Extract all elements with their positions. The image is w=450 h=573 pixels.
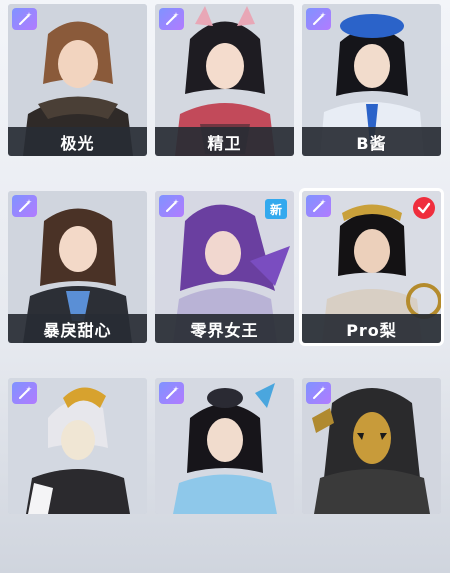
magic-wand-icon <box>306 8 331 30</box>
skin-name: B酱 <box>302 127 441 156</box>
magic-wand-icon <box>159 382 184 404</box>
magic-wand-icon <box>12 195 37 217</box>
magic-wand-icon <box>306 195 331 217</box>
skin-card-4[interactable]: 暴戾甜心 <box>8 191 147 343</box>
new-badge: 新 <box>265 199 287 219</box>
skin-card-6[interactable]: Pro梨 <box>299 188 444 346</box>
skin-name: 暴戾甜心 <box>8 314 147 343</box>
magic-wand-icon <box>306 382 331 404</box>
check-icon <box>413 197 435 219</box>
skin-card-3[interactable]: B酱 <box>302 4 441 156</box>
skin-name: 精卫 <box>155 127 294 156</box>
magic-wand-icon <box>12 382 37 404</box>
skin-card-5[interactable]: 新 零界女王 <box>155 191 294 343</box>
skin-card-9[interactable] <box>302 378 441 514</box>
skin-card-7[interactable] <box>8 378 147 514</box>
skin-name: Pro梨 <box>302 314 441 343</box>
skin-grid: 极光 精卫 B酱 暴戾甜心 新 零界女王 Pro梨 <box>0 0 450 573</box>
magic-wand-icon <box>12 8 37 30</box>
skin-card-2[interactable]: 精卫 <box>155 4 294 156</box>
skin-card-1[interactable]: 极光 <box>8 4 147 156</box>
magic-wand-icon <box>159 195 184 217</box>
magic-wand-icon <box>159 8 184 30</box>
skin-card-8[interactable] <box>155 378 294 514</box>
skin-name: 极光 <box>8 127 147 156</box>
skin-name: 零界女王 <box>155 314 294 343</box>
